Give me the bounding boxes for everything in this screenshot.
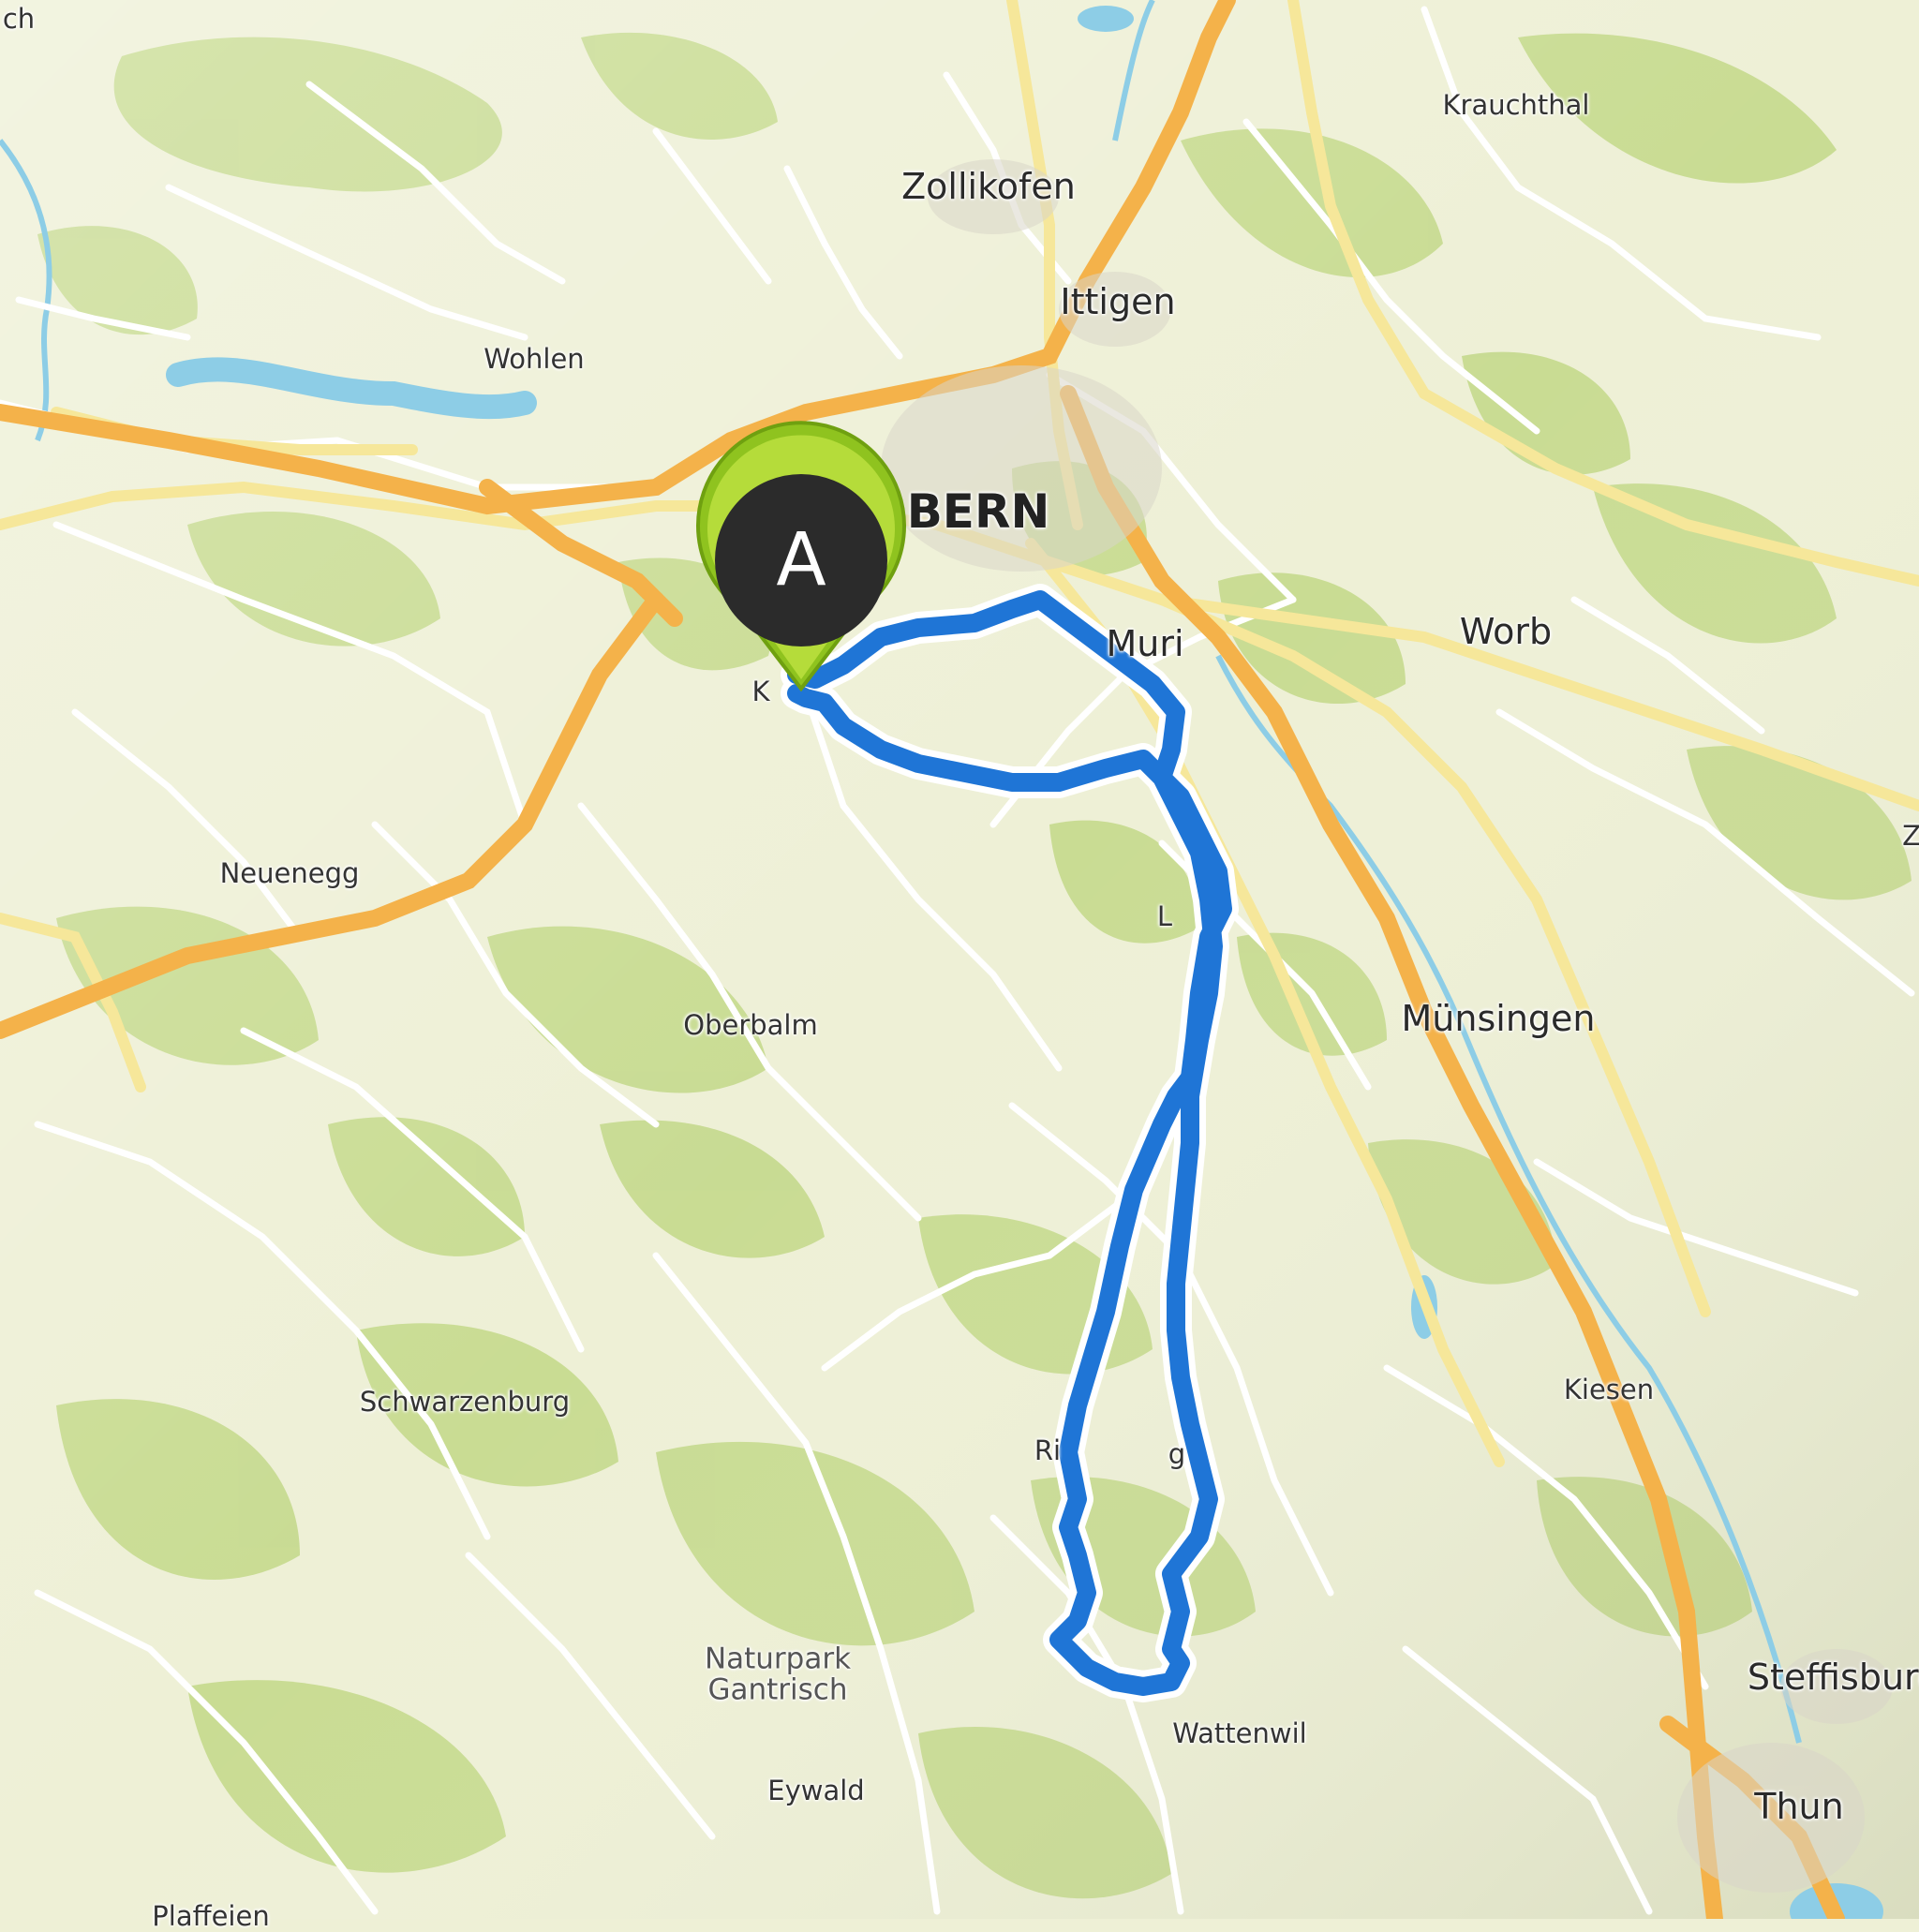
map-view[interactable]: BERN Zollikofen Ittigen Krauchthal Wohle…	[0, 0, 1919, 1930]
marker-badge	[715, 474, 887, 646]
map-pin-icon[interactable]	[0, 0, 1919, 1919]
start-marker[interactable]: A	[0, 0, 1919, 1919]
